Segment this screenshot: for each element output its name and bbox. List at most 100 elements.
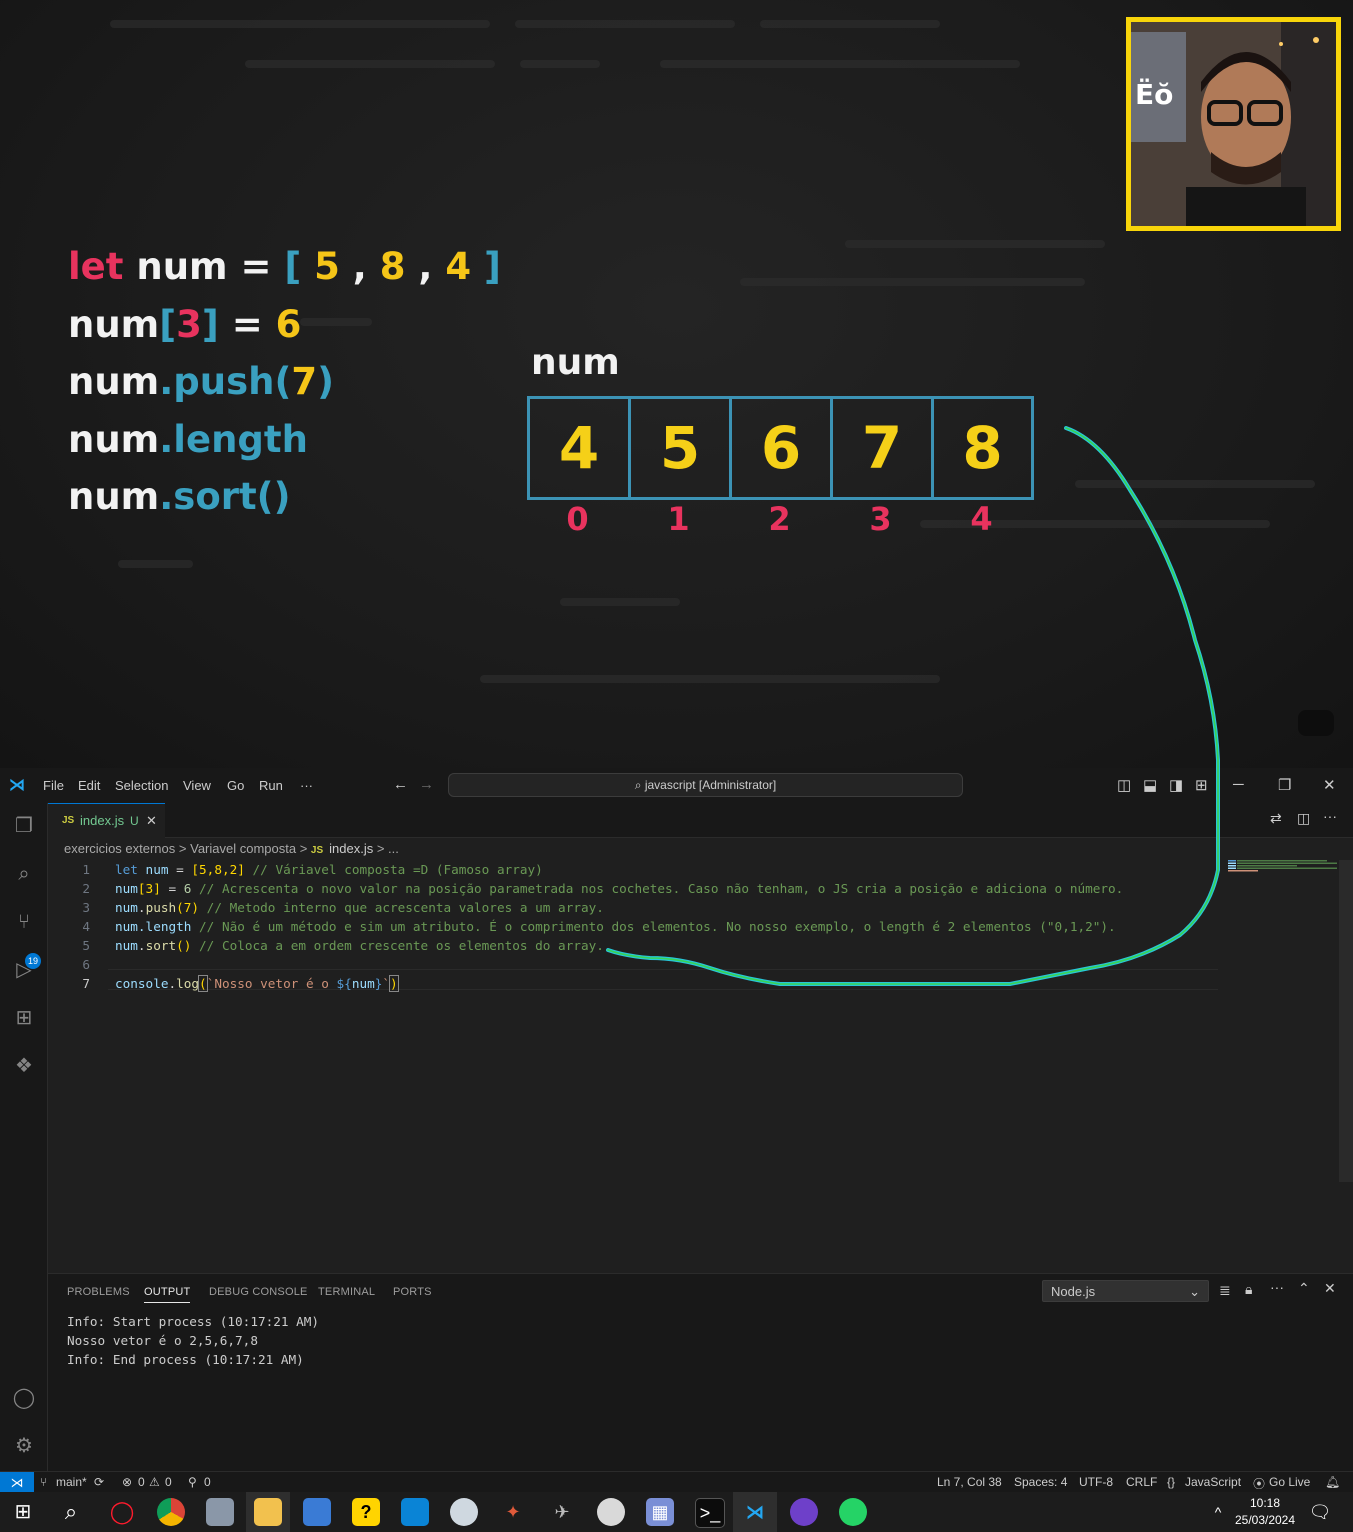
youtube-icon[interactable] — [1298, 710, 1334, 736]
extensions-icon[interactable]: ⊞ — [11, 1005, 37, 1031]
output-log[interactable]: Info: Start process (10:17:21 AM) Nosso … — [67, 1312, 319, 1369]
back-arrow-icon[interactable]: ← — [393, 776, 408, 793]
command-center-search[interactable]: ⌕ javascript [Administrator] — [448, 773, 963, 797]
breadcrumb-folder[interactable]: exercicios externos — [64, 841, 175, 856]
notifications-bell-icon[interactable]: 🔔︎ — [1325, 1475, 1340, 1489]
encoding[interactable]: UTF-8 — [1079, 1475, 1113, 1489]
code-token: = — [168, 862, 192, 877]
error-count[interactable]: 0 — [138, 1475, 145, 1489]
warning-count[interactable]: 0 — [165, 1475, 172, 1489]
settings-gear-icon[interactable]: ⚙ — [11, 1433, 37, 1459]
toggle-panel-icon[interactable]: ⬓ — [1143, 776, 1157, 794]
chevron-up-icon[interactable]: ^ — [1204, 1498, 1232, 1526]
editor-scrollbar[interactable] — [1339, 860, 1353, 1182]
language-mode[interactable]: JavaScript — [1185, 1475, 1241, 1489]
tab-output[interactable]: OUTPUT — [144, 1286, 191, 1303]
minimize-icon[interactable]: ─ — [1233, 776, 1244, 793]
blurred-code — [118, 560, 193, 568]
system-clock[interactable]: 10:18 25/03/2024 — [1230, 1495, 1300, 1529]
breadcrumb-file[interactable]: index.js — [329, 841, 373, 856]
file-explorer-icon[interactable] — [254, 1498, 282, 1526]
calculator-icon[interactable]: ▦ — [646, 1498, 674, 1526]
tab-debug-console[interactable]: DEBUG CONSOLE — [209, 1286, 308, 1298]
menu-file[interactable]: File — [43, 778, 64, 793]
opera-icon[interactable]: ◯ — [108, 1498, 136, 1526]
vscode-taskbar-icon[interactable]: ⋊ — [741, 1498, 769, 1526]
app-icon[interactable]: ✈ — [548, 1498, 576, 1526]
code-line[interactable]: 3 num.push(7) // Metodo interno que acres… — [48, 898, 1338, 917]
sync-icon[interactable]: ⟳ — [94, 1475, 104, 1489]
paint-icon[interactable] — [450, 1498, 478, 1526]
close-tab-icon[interactable]: ✕ — [146, 804, 157, 838]
menu-edit[interactable]: Edit — [78, 778, 100, 793]
editor-more-icon[interactable]: ··· — [1323, 808, 1337, 824]
tab-ports[interactable]: PORTS — [393, 1286, 432, 1298]
code-line[interactable]: 5 num.sort() // Coloca a em ordem crescen… — [48, 936, 1338, 955]
whatsapp-icon[interactable] — [839, 1498, 867, 1526]
code-editor[interactable]: 1 let num = [5,8,2] // Váriavel composta … — [48, 860, 1338, 993]
forward-arrow-icon[interactable]: → — [419, 776, 434, 793]
menu-selection[interactable]: Selection — [115, 778, 168, 793]
search-icon[interactable]: ⌕ — [11, 861, 37, 887]
chrome-icon[interactable] — [157, 1498, 185, 1526]
lock-scroll-icon[interactable]: 🔒︎ — [1245, 1281, 1252, 1298]
minimap[interactable] — [1228, 860, 1338, 872]
app-icon[interactable]: ✦ — [499, 1498, 527, 1526]
code-line[interactable]: 4 num.length // Não é um método e sim um … — [48, 917, 1338, 936]
accounts-icon[interactable]: ◯ — [11, 1385, 37, 1411]
maximize-panel-icon[interactable]: ⌃ — [1298, 1280, 1310, 1297]
code-line[interactable]: 1 let num = [5,8,2] // Váriavel composta … — [48, 860, 1338, 879]
explorer-icon[interactable]: ❐ — [11, 813, 37, 839]
tab-problems[interactable]: PROBLEMS — [67, 1286, 130, 1298]
tab-terminal[interactable]: TERMINAL — [318, 1286, 375, 1298]
terminal-icon[interactable]: >_ — [695, 1498, 725, 1528]
toggle-secondary-sidebar-icon[interactable]: ◨ — [1169, 776, 1183, 794]
panel-more-icon[interactable]: ··· — [1270, 1279, 1284, 1295]
run-debug-icon[interactable]: ▷ — [11, 957, 37, 983]
chevron-down-icon: ⌄ — [1189, 1284, 1200, 1299]
clear-output-icon[interactable]: ≣ — [1219, 1282, 1231, 1299]
help-icon[interactable]: ? — [352, 1498, 380, 1526]
end-of-line[interactable]: CRLF — [1126, 1475, 1157, 1489]
menu-more[interactable]: ··· — [300, 778, 313, 793]
app-icon[interactable] — [303, 1498, 331, 1526]
compare-changes-icon[interactable]: ⇄ — [1270, 810, 1282, 827]
notification-center-icon[interactable]: 🗨︎ — [1306, 1498, 1334, 1526]
source-control-icon[interactable]: ⑂ — [11, 909, 37, 935]
customize-layout-icon[interactable]: ⊞ — [1195, 776, 1208, 794]
vscode-window: ⋊ File Edit Selection View Go Run ··· ← … — [0, 768, 1353, 1493]
slide-token: [ — [284, 245, 302, 288]
breadcrumb-separator: > — [296, 841, 311, 856]
close-window-icon[interactable]: ✕ — [1323, 776, 1336, 794]
split-editor-icon[interactable]: ◫ — [1297, 810, 1310, 827]
search-icon[interactable]: ⌕ — [57, 1498, 85, 1526]
code-line[interactable]: 2 num[3] = 6 // Acrescenta o novo valor n… — [48, 879, 1338, 898]
tab-index-js[interactable]: JS index.js U ✕ — [48, 803, 165, 838]
breadcrumb-folder[interactable]: Variavel composta — [190, 841, 296, 856]
toggle-sidebar-icon[interactable]: ◫ — [1117, 776, 1131, 794]
breadcrumb-tail[interactable]: > ... — [373, 841, 399, 856]
code-line[interactable]: 6 — [48, 955, 1338, 974]
figma-icon[interactable]: ❖ — [11, 1053, 37, 1079]
menu-run[interactable]: Run — [259, 778, 283, 793]
error-icon: ⊗ — [122, 1475, 133, 1489]
app-icon[interactable] — [206, 1498, 234, 1526]
indentation[interactable]: Spaces: 4 — [1014, 1475, 1067, 1489]
menu-view[interactable]: View — [183, 778, 211, 793]
output-channel-select[interactable]: Node.js ⌄ — [1042, 1280, 1209, 1302]
store-icon[interactable] — [401, 1498, 429, 1526]
app-icon[interactable] — [597, 1498, 625, 1526]
close-panel-icon[interactable]: ✕ — [1324, 1280, 1336, 1297]
vscode-logo-icon[interactable]: ⋊ — [9, 775, 25, 795]
go-live-button[interactable]: Go Live — [1269, 1475, 1310, 1489]
code-line-active[interactable]: 7 console.log(`Nosso vetor é o ${num}`) — [48, 974, 1338, 993]
code-token: () — [176, 938, 192, 953]
restore-icon[interactable]: ❐ — [1278, 776, 1291, 794]
windows-start-icon[interactable]: ⊞ — [9, 1498, 37, 1526]
menu-go[interactable]: Go — [227, 778, 244, 793]
ports-count[interactable]: 0 — [204, 1475, 211, 1489]
cursor-position[interactable]: Ln 7, Col 38 — [937, 1475, 1002, 1489]
git-branch[interactable]: main* — [56, 1475, 87, 1489]
remote-indicator-icon[interactable]: ⋊ — [0, 1472, 34, 1493]
github-icon[interactable] — [790, 1498, 818, 1526]
